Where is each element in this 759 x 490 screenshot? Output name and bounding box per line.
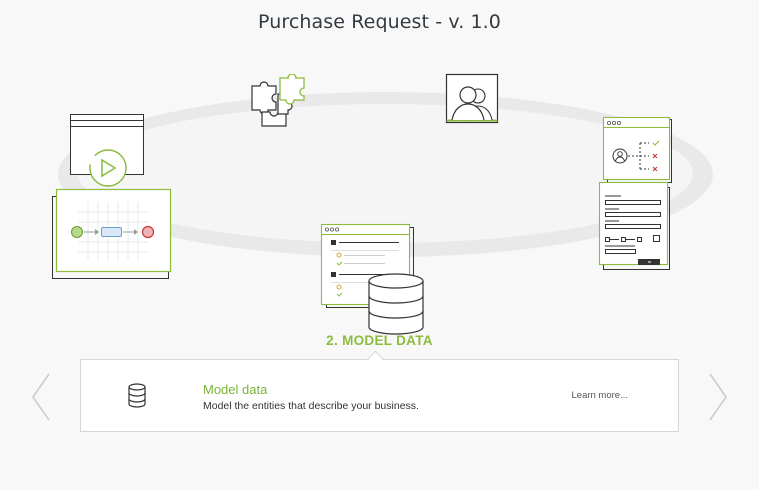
chevron-left-icon[interactable] (30, 372, 52, 422)
database-icon (128, 383, 146, 408)
detail-description: Model the entities that describe your bu… (203, 400, 419, 412)
users-icon[interactable] (444, 72, 500, 126)
data-model-icon[interactable] (315, 220, 435, 340)
chevron-right-icon[interactable] (707, 372, 729, 422)
learn-more-link[interactable]: Learn more... (572, 390, 629, 401)
detail-panel: Model data Model the entities that descr… (80, 359, 679, 432)
detail-title: Model data (203, 382, 268, 397)
active-stage-label: 2. MODEL DATA (326, 333, 433, 348)
process-diagram-icon[interactable] (48, 110, 178, 282)
integrations-puzzle-icon[interactable] (248, 74, 308, 130)
page-title: Purchase Request - v. 1.0 (258, 11, 501, 33)
forms-icon[interactable] (595, 115, 675, 275)
